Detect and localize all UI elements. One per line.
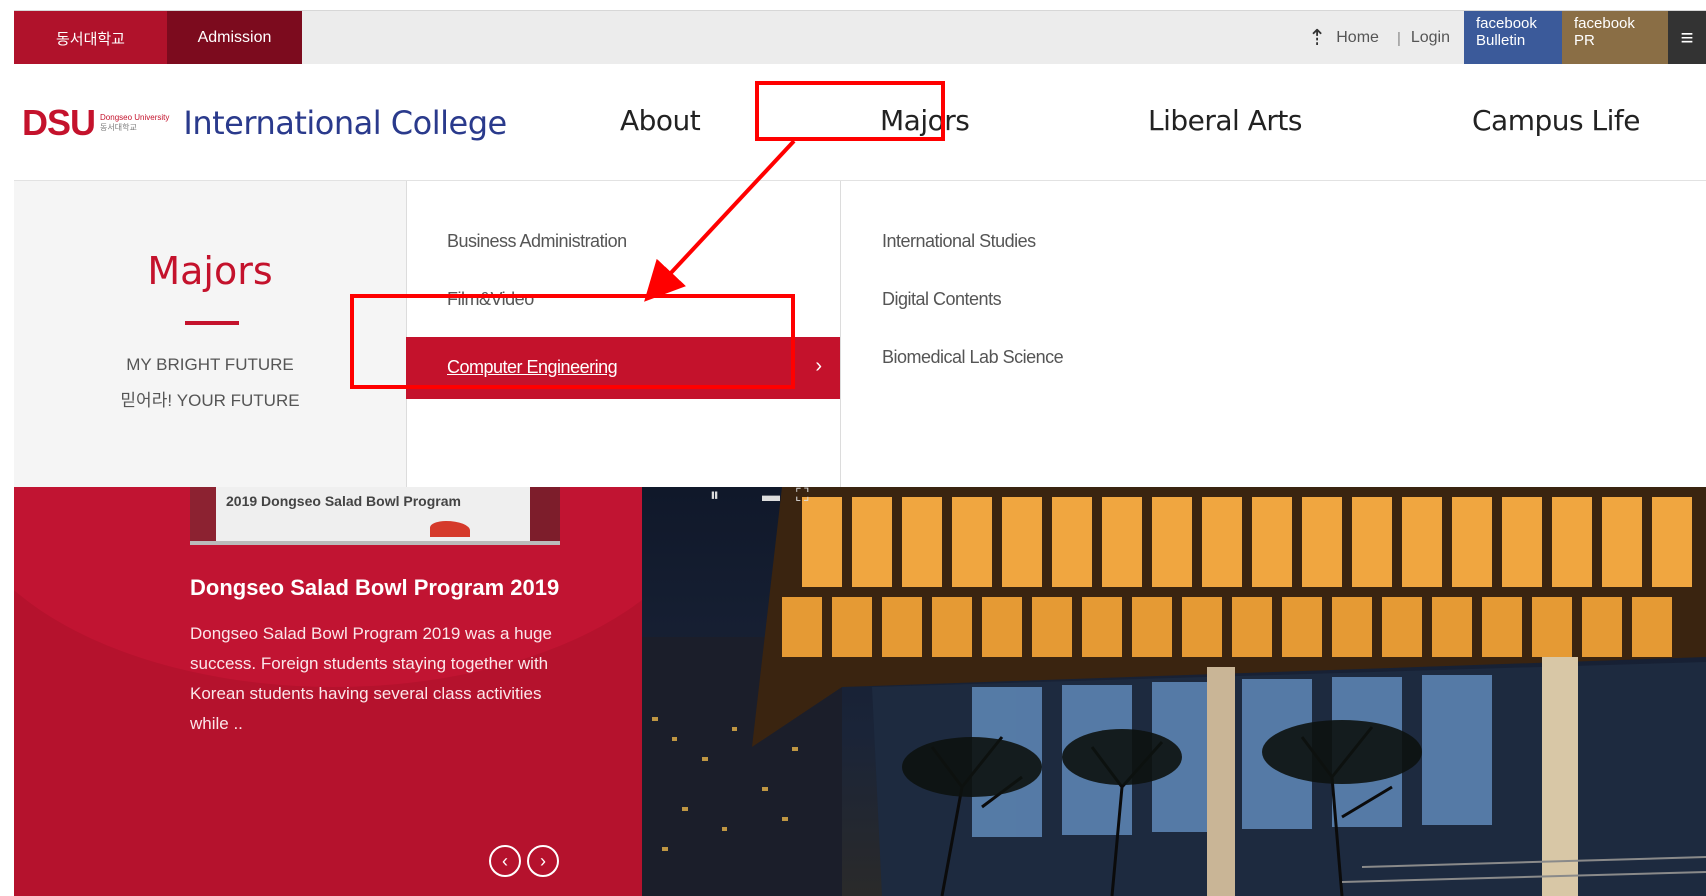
annotation-arrow xyxy=(644,139,796,302)
page: 동서대학교 Admission ⇡ Home | Login facebook … xyxy=(14,0,1706,896)
